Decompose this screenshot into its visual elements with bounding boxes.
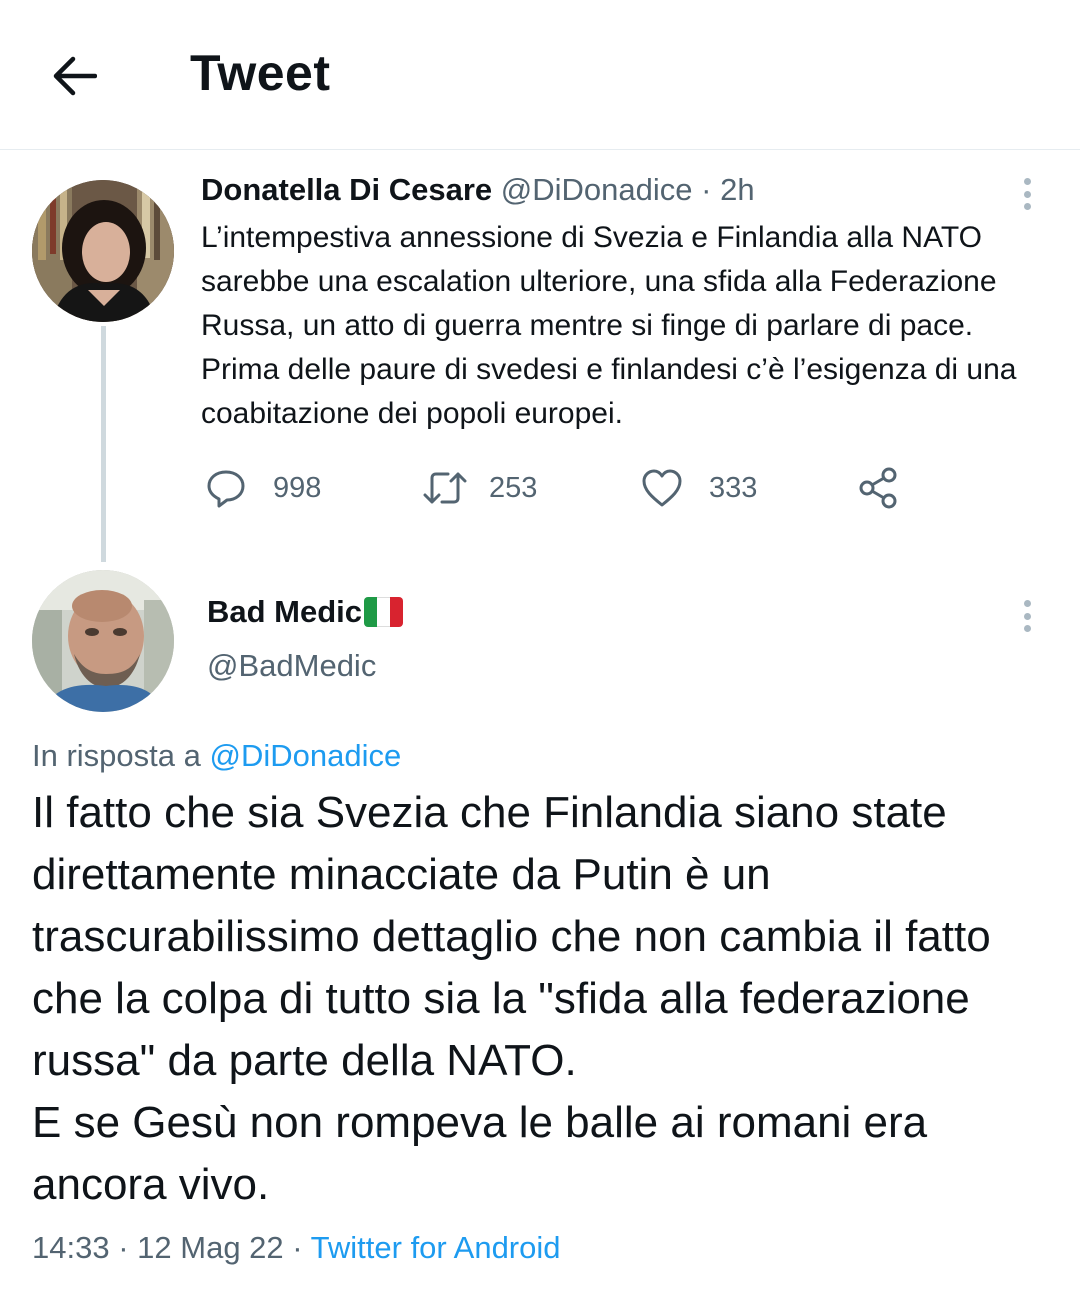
reply-prefix: In risposta a	[32, 738, 201, 773]
top-bar: Tweet	[0, 0, 1080, 150]
more-dot	[1023, 178, 1031, 185]
arrow-left-icon	[53, 56, 97, 96]
reply-handle-link[interactable]: @DiDonadice	[210, 738, 402, 773]
separator: ·	[292, 1230, 303, 1265]
retweet-count: 253	[489, 471, 538, 504]
more-options-button[interactable]	[1012, 594, 1042, 638]
thread-connector	[101, 326, 106, 562]
like-count: 333	[709, 471, 758, 504]
parent-tweet-header: Donatella Di Cesare @DiDonadice · 2h	[201, 172, 755, 208]
tweet-time[interactable]: 14:33	[32, 1230, 110, 1265]
share-icon	[859, 467, 897, 509]
author-name[interactable]: Donatella Di Cesare	[201, 172, 492, 207]
main-tweet-text: Il fatto che sia Svezia che Finlandia si…	[32, 788, 991, 1209]
separator: ·	[701, 172, 712, 207]
italy-flag-icon	[364, 597, 404, 627]
author-handle[interactable]: @BadMedic	[207, 648, 376, 684]
tweet-actions: 998 253 333	[201, 460, 921, 516]
avatar[interactable]	[32, 180, 174, 322]
retweet-icon	[423, 472, 467, 504]
retweet-button[interactable]: 253	[423, 460, 537, 516]
parent-tweet-text: L’intempestiva annessione di Svezia e Fi…	[201, 221, 1017, 430]
more-dot	[1023, 625, 1031, 632]
back-button[interactable]	[44, 46, 104, 106]
tweet-date[interactable]: 12 Mag 22	[137, 1230, 284, 1265]
author-name-text: Bad Medic	[207, 594, 363, 629]
reply-icon	[207, 470, 245, 508]
author-handle[interactable]: @DiDonadice	[501, 172, 693, 207]
share-button[interactable]	[857, 460, 901, 516]
heart-icon	[642, 469, 682, 507]
reply-button[interactable]: 998	[205, 460, 321, 516]
tweet-time[interactable]: 2h	[720, 172, 754, 207]
reply-context: In risposta a @DiDonadice	[32, 738, 401, 774]
reply-count: 998	[273, 471, 322, 504]
page-title: Tweet	[190, 45, 331, 101]
separator: ·	[118, 1230, 129, 1265]
more-dot	[1023, 600, 1031, 607]
source-link[interactable]: Twitter for Android	[311, 1230, 561, 1265]
more-dot	[1023, 190, 1031, 198]
avatar[interactable]	[32, 570, 174, 712]
like-button[interactable]: 333	[641, 460, 757, 516]
more-options-button[interactable]	[1012, 172, 1042, 216]
author-name[interactable]: Bad Medic	[207, 594, 404, 630]
more-dot	[1023, 203, 1031, 210]
more-dot	[1023, 612, 1031, 620]
tweet-metadata: 14:33 · 12 Mag 22 · Twitter for Android	[32, 1230, 561, 1266]
